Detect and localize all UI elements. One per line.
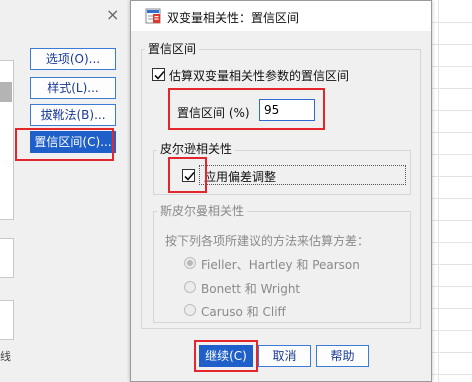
close-icon[interactable]: × (106, 5, 119, 24)
spss-app-icon (145, 8, 161, 24)
ci-group-title: 置信区间 (145, 40, 200, 57)
estimate-ci-checkbox[interactable] (152, 68, 165, 81)
radio-bonett[interactable] (184, 281, 196, 293)
estimate-ci-label: 估算双变量相关性参数的置信区间 (169, 69, 350, 83)
parent-edge-text: 线 (0, 350, 11, 363)
parent-selected-strip (0, 82, 12, 102)
ci-level-label: 置信区间 (%) (177, 106, 250, 120)
parent-panel (0, 238, 14, 278)
ci-level-input[interactable] (259, 99, 315, 121)
radio-caruso-label: Caruso 和 Cliff (201, 305, 286, 319)
bias-adjust-checkbox[interactable] (182, 169, 195, 182)
spearman-group-title: 斯皮尔曼相关性 (157, 202, 248, 219)
continue-button[interactable]: 继续(C) (199, 345, 253, 367)
options-button[interactable]: 选项(O)... (30, 48, 116, 70)
cancel-button[interactable]: 取消 (258, 345, 311, 367)
data-grid-background (432, 0, 472, 382)
parent-window: × 选项(O)... 样式(L)... 拔靴法(B)... 置信区间(C)...… (0, 0, 130, 382)
pearson-group-title: 皮尔逊相关性 (157, 140, 236, 157)
confidence-interval-button[interactable]: 置信区间(C)... (30, 131, 116, 153)
radio-fieller-label: Fieller、Hartley 和 Pearson (201, 258, 360, 272)
ci-dialog: 双变量相关性：置信区间 置信区间 估算双变量相关性参数的置信区间 置信区间 (%… (130, 0, 432, 382)
title-bar[interactable]: 双变量相关性：置信区间 (131, 1, 431, 31)
parent-panel (0, 300, 14, 340)
bias-adjust-label: 应用偏差调整 (204, 170, 277, 184)
spearman-prompt: 按下列各项所建议的方法来估算方差： (165, 234, 370, 248)
help-button[interactable]: 帮助 (316, 345, 369, 367)
bootstrap-button[interactable]: 拔靴法(B)... (30, 104, 116, 126)
radio-bonett-label: Bonett 和 Wright (201, 282, 301, 296)
radio-fieller[interactable] (184, 257, 196, 269)
dialog-title: 双变量相关性：置信区间 (167, 11, 300, 25)
radio-caruso[interactable] (184, 304, 196, 316)
style-button[interactable]: 样式(L)... (30, 77, 116, 99)
